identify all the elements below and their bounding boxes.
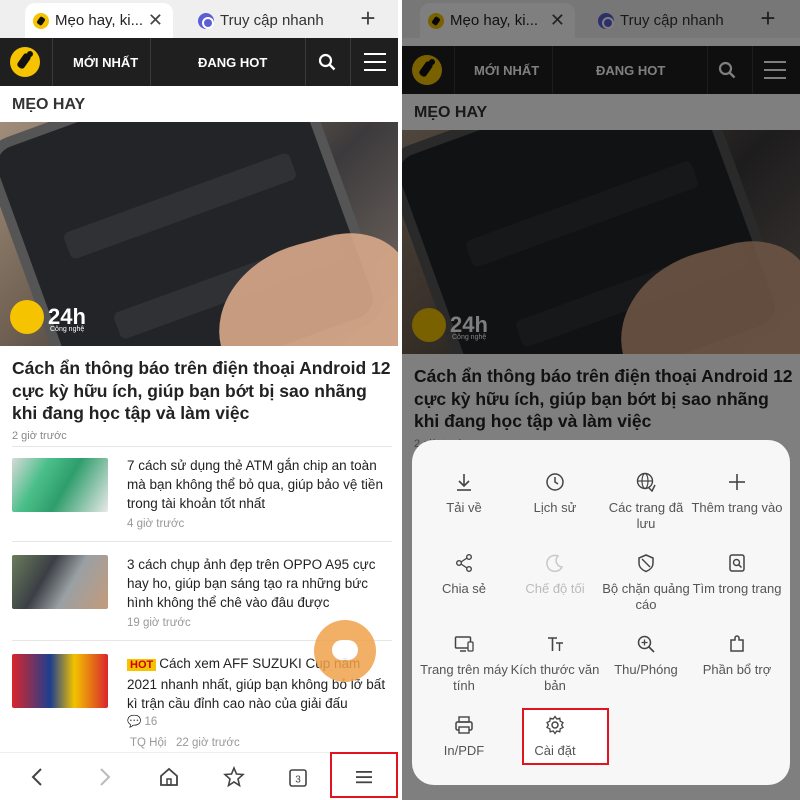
- new-tab-button[interactable]: +: [352, 4, 384, 34]
- desktop-site-icon: [454, 636, 474, 652]
- saved-pages-icon: [636, 472, 656, 492]
- back-icon[interactable]: [24, 763, 52, 791]
- print-icon: [455, 716, 473, 734]
- search-icon[interactable]: [318, 53, 336, 71]
- menu-item-share[interactable]: Chia sẻ: [418, 553, 510, 597]
- browser-screenshot-right: Mẹo hay, ki... ✕ Truy cập nhanh + MỚI NH…: [402, 0, 800, 800]
- menu-item-text-size[interactable]: Kích thước văn bản: [509, 634, 601, 693]
- menu-item-ad-blocker[interactable]: Bộ chặn quảng cáo: [600, 553, 692, 612]
- browser-menu-sheet: Tải về Lịch sử Các trang đã lưu Thêm tra…: [412, 440, 790, 785]
- nav-hot[interactable]: ĐANG HOT: [198, 55, 267, 70]
- close-tab-icon[interactable]: ✕: [148, 10, 163, 31]
- menu-item-find-in-page[interactable]: Tìm trong trang: [691, 553, 783, 597]
- article-comments: 💬 16: [127, 716, 158, 728]
- history-icon: [546, 473, 564, 491]
- forward-icon[interactable]: [90, 763, 118, 791]
- menu-item-desktop-site[interactable]: Trang trên máy tính: [418, 634, 510, 693]
- chat-bubble-button[interactable]: [314, 620, 376, 682]
- browser-screenshot-left: Mẹo hay, ki... ✕ Truy cập nhanh + MỚI NH…: [0, 0, 398, 800]
- home-icon[interactable]: [155, 763, 183, 791]
- menu-item-zoom[interactable]: Thu/Phóng: [600, 634, 692, 678]
- menu-item-saved-pages[interactable]: Các trang đã lưu: [600, 472, 692, 531]
- tab-title: Truy cập nhanh: [220, 12, 324, 29]
- tab-meo-hay[interactable]: Mẹo hay, ki... ✕: [25, 3, 173, 38]
- addons-icon: [730, 635, 744, 652]
- zoom-icon: [637, 635, 655, 653]
- menu-item-addons[interactable]: Phần bổ trợ: [691, 634, 783, 678]
- menu-item-settings[interactable]: Cài đặt: [509, 715, 601, 759]
- settings-icon: [546, 715, 564, 735]
- menu-item-print-pdf[interactable]: In/PDF: [418, 715, 510, 759]
- text-size-icon: [548, 637, 563, 651]
- lead-article-time: 2 giờ trước: [12, 430, 67, 442]
- share-icon: [456, 554, 472, 572]
- site-logo-icon[interactable]: [10, 47, 40, 77]
- ad-blocker-icon: [638, 554, 654, 573]
- article-thumbnail[interactable]: [12, 458, 108, 512]
- download-icon: [457, 474, 471, 491]
- nav-latest[interactable]: MỚI NHẤT: [73, 55, 138, 70]
- site-favicon-icon: [33, 12, 49, 29]
- site-header: MỚI NHẤT ĐANG HOT: [0, 38, 398, 86]
- menu-button-highlight: [330, 752, 398, 798]
- tabs-icon[interactable]: 3: [284, 763, 312, 791]
- article-thumbnail[interactable]: [12, 555, 108, 609]
- add-page-icon: [729, 474, 745, 490]
- article-title[interactable]: 3 cách chụp ảnh đẹp trên OPPO A95 cực ha…: [127, 555, 387, 612]
- hot-badge: HOT: [127, 659, 157, 671]
- section-title: MẸO HAY: [12, 96, 86, 113]
- article-thumbnail[interactable]: [12, 654, 108, 708]
- article-time: 19 giờ trước: [127, 617, 191, 629]
- article-author: TQ Hội 22 giờ trước: [130, 737, 240, 749]
- hamburger-menu-icon[interactable]: [364, 52, 386, 72]
- article-time: 4 giờ trước: [127, 518, 185, 530]
- watermark: 24h Công nghệ: [10, 300, 86, 334]
- tab-bar: Mẹo hay, ki... ✕ Truy cập nhanh +: [0, 0, 398, 38]
- menu-item-history[interactable]: Lịch sử: [509, 472, 601, 516]
- lead-article-image[interactable]: 24h Công nghệ: [0, 122, 398, 346]
- find-in-page-icon: [729, 554, 745, 572]
- menu-item-dark-mode: Chế độ tối: [509, 553, 601, 597]
- bookmarks-icon[interactable]: [220, 763, 248, 791]
- menu-item-add-page[interactable]: Thêm trang vào: [691, 472, 783, 516]
- lead-article-title[interactable]: Cách ẩn thông báo trên điện thoại Androi…: [12, 357, 392, 425]
- tab-quick-access[interactable]: Truy cập nhanh: [190, 3, 340, 38]
- samsung-internet-icon: [198, 12, 214, 29]
- menu-item-download[interactable]: Tải về: [418, 472, 510, 516]
- svg-text:3: 3: [295, 775, 301, 786]
- tab-title: Mẹo hay, ki...: [55, 12, 144, 29]
- article-title[interactable]: 7 cách sử dụng thẻ ATM gắn chip an toàn …: [127, 456, 387, 513]
- dark-mode-icon: [546, 554, 564, 573]
